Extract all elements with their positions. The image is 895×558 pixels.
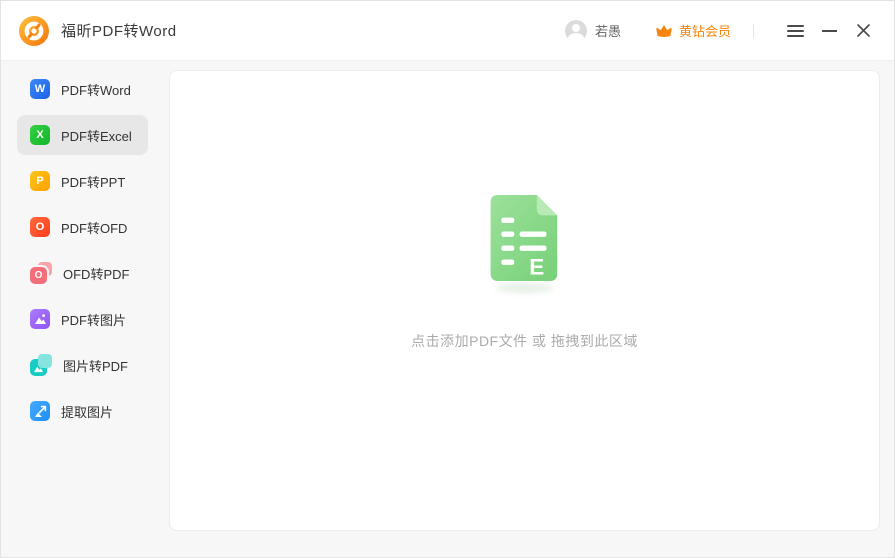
ppt-file-icon: P [30,171,50,191]
dropzone[interactable]: E 点击添加PDF文件 或 拖拽到此区域 [169,70,880,531]
minimize-button[interactable] [816,18,842,44]
sidebar: W PDF转Word X PDF转Excel P PDF转PPT O PDF转O… [1,61,169,557]
sidebar-item-pdf-to-ofd[interactable]: O PDF转OFD [17,207,148,247]
app-window: 福昕PDF转Word 若愚 黄钻会员 [0,0,895,558]
dropzone-hint-text: 点击添加PDF文件 或 拖拽到此区域 [411,331,638,351]
sidebar-item-image-to-pdf[interactable]: 图片转PDF [17,345,148,385]
app-title: 福昕PDF转Word [61,20,177,41]
ofd-stack-icon: O [30,262,52,284]
vip-label: 黄钻会员 [679,21,731,40]
app-logo-icon [19,16,49,46]
menu-button[interactable] [782,18,808,44]
close-icon [856,23,871,38]
close-button[interactable] [850,18,876,44]
sidebar-item-pdf-to-image[interactable]: PDF转图片 [17,299,148,339]
username: 若愚 [595,21,621,40]
image-stack-icon [30,354,52,376]
titlebar-divider [753,24,754,38]
vip-membership-button[interactable]: 黄钻会员 [655,21,731,40]
excel-document-icon: E [490,195,560,281]
sidebar-item-pdf-to-word[interactable]: W PDF转Word [17,69,148,109]
user-avatar [565,20,587,42]
minimize-icon [822,30,837,32]
document-icon-shadow [496,283,554,293]
sidebar-item-pdf-to-ppt[interactable]: P PDF转PPT [17,161,148,201]
image-icon [30,309,50,329]
ofd-file-icon: O [30,217,50,237]
user-account-button[interactable]: 若愚 [565,20,621,42]
titlebar: 福昕PDF转Word 若愚 黄钻会员 [1,1,894,61]
svg-text:E: E [529,254,544,279]
sidebar-item-ofd-to-pdf[interactable]: O OFD转PDF [17,253,148,293]
sidebar-item-extract-images[interactable]: 提取图片 [17,391,148,431]
excel-file-icon: X [30,125,50,145]
crown-icon [655,23,673,39]
word-file-icon: W [30,79,50,99]
hamburger-icon [787,22,804,40]
sidebar-item-pdf-to-excel[interactable]: X PDF转Excel [17,115,148,155]
image-extract-icon [30,401,50,421]
